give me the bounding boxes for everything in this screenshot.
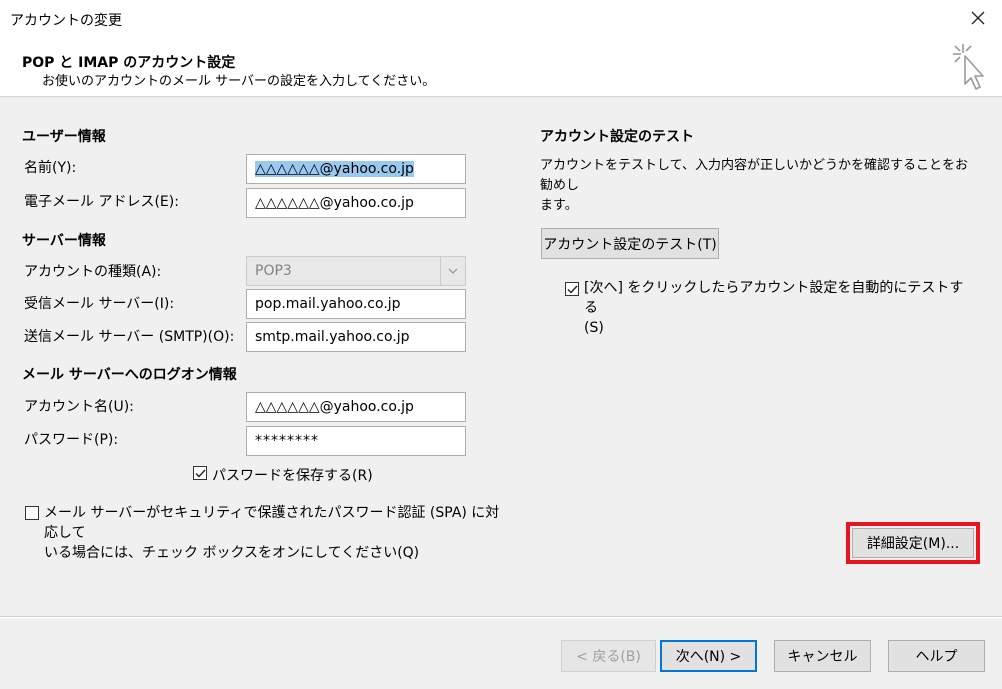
chevron-down-icon — [440, 257, 465, 285]
name-label: 名前(Y): — [24, 160, 77, 176]
email-label: 電子メール アドレス(E): — [24, 194, 179, 210]
password-label: パスワード(P): — [24, 432, 119, 448]
spa-checkbox[interactable] — [25, 506, 39, 520]
cursor-sparkle-icon — [948, 40, 990, 92]
auto-test-label-line1: [次へ] をクリックしたらアカウント設定を自動的にテストする — [584, 280, 964, 316]
auto-test-label[interactable]: [次へ] をクリックしたらアカウント設定を自動的にテストする (S) — [584, 278, 974, 338]
incoming-server-label: 受信メール サーバー(I): — [24, 296, 175, 312]
save-password-checkbox[interactable] — [193, 466, 207, 480]
password-input[interactable]: ******** — [246, 426, 466, 456]
cancel-button[interactable]: キャンセル — [774, 640, 871, 672]
checkmark-icon — [567, 285, 578, 294]
account-type-select[interactable]: POP3 — [246, 256, 466, 286]
user-info-heading: ユーザー情報 — [22, 129, 106, 145]
spa-label-line1: メール サーバーがセキュリティで保護されたパスワード認証 (SPA) に対応して — [44, 505, 500, 541]
spa-label[interactable]: メール サーバーがセキュリティで保護されたパスワード認証 (SPA) に対応して… — [44, 503, 504, 563]
email-input[interactable]: △△△△△△@yahoo.co.jp — [246, 188, 466, 218]
checkmark-icon — [195, 469, 206, 478]
incoming-server-input[interactable]: pop.mail.yahoo.co.jp — [246, 289, 466, 319]
name-input[interactable]: △△△△△△@yahoo.co.jp — [246, 154, 466, 184]
title-bar — [0, 0, 1002, 38]
outgoing-server-label: 送信メール サーバー (SMTP)(O): — [24, 329, 235, 345]
help-button[interactable]: ヘルプ — [888, 640, 985, 672]
next-button[interactable]: 次へ(N) > — [660, 640, 757, 672]
close-button[interactable] — [960, 4, 996, 32]
header-subtitle: お使いのアカウントのメール サーバーの設定を入力してください。 — [42, 74, 436, 89]
close-icon — [971, 11, 985, 25]
back-button[interactable]: < 戻る(B) — [561, 640, 656, 672]
window-title: アカウントの変更 — [10, 13, 122, 29]
header-title: POP と IMAP のアカウント設定 — [22, 55, 236, 71]
outgoing-server-input[interactable]: smtp.mail.yahoo.co.jp — [246, 322, 466, 352]
auto-test-checkbox[interactable] — [565, 282, 579, 296]
account-type-value: POP3 — [255, 263, 292, 279]
account-name-input[interactable]: △△△△△△@yahoo.co.jp — [246, 392, 466, 422]
spa-label-line2: いる場合には、チェック ボックスをオンにしてください(Q) — [44, 545, 420, 561]
logon-info-heading: メール サーバーへのログオン情報 — [22, 367, 237, 383]
test-account-button[interactable]: アカウント設定のテスト(T) — [541, 228, 719, 259]
account-name-label: アカウント名(U): — [24, 399, 134, 415]
server-info-heading: サーバー情報 — [22, 233, 106, 249]
name-value: △△△△△△@yahoo.co.jp — [255, 161, 414, 177]
test-description-line2: ます。 — [540, 198, 578, 213]
test-description: アカウントをテストして、入力内容が正しいかどうかを確認することをお勧めし ます。 — [540, 156, 980, 216]
auto-test-label-line2: (S) — [584, 320, 604, 336]
account-type-label: アカウントの種類(A): — [24, 264, 162, 280]
footer-divider-highlight — [0, 617, 1002, 618]
highlight-box — [846, 522, 980, 564]
test-heading: アカウント設定のテスト — [540, 129, 694, 145]
test-description-line1: アカウントをテストして、入力内容が正しいかどうかを確認することをお勧めし — [540, 158, 968, 193]
save-password-label[interactable]: パスワードを保存する(R) — [212, 465, 373, 485]
